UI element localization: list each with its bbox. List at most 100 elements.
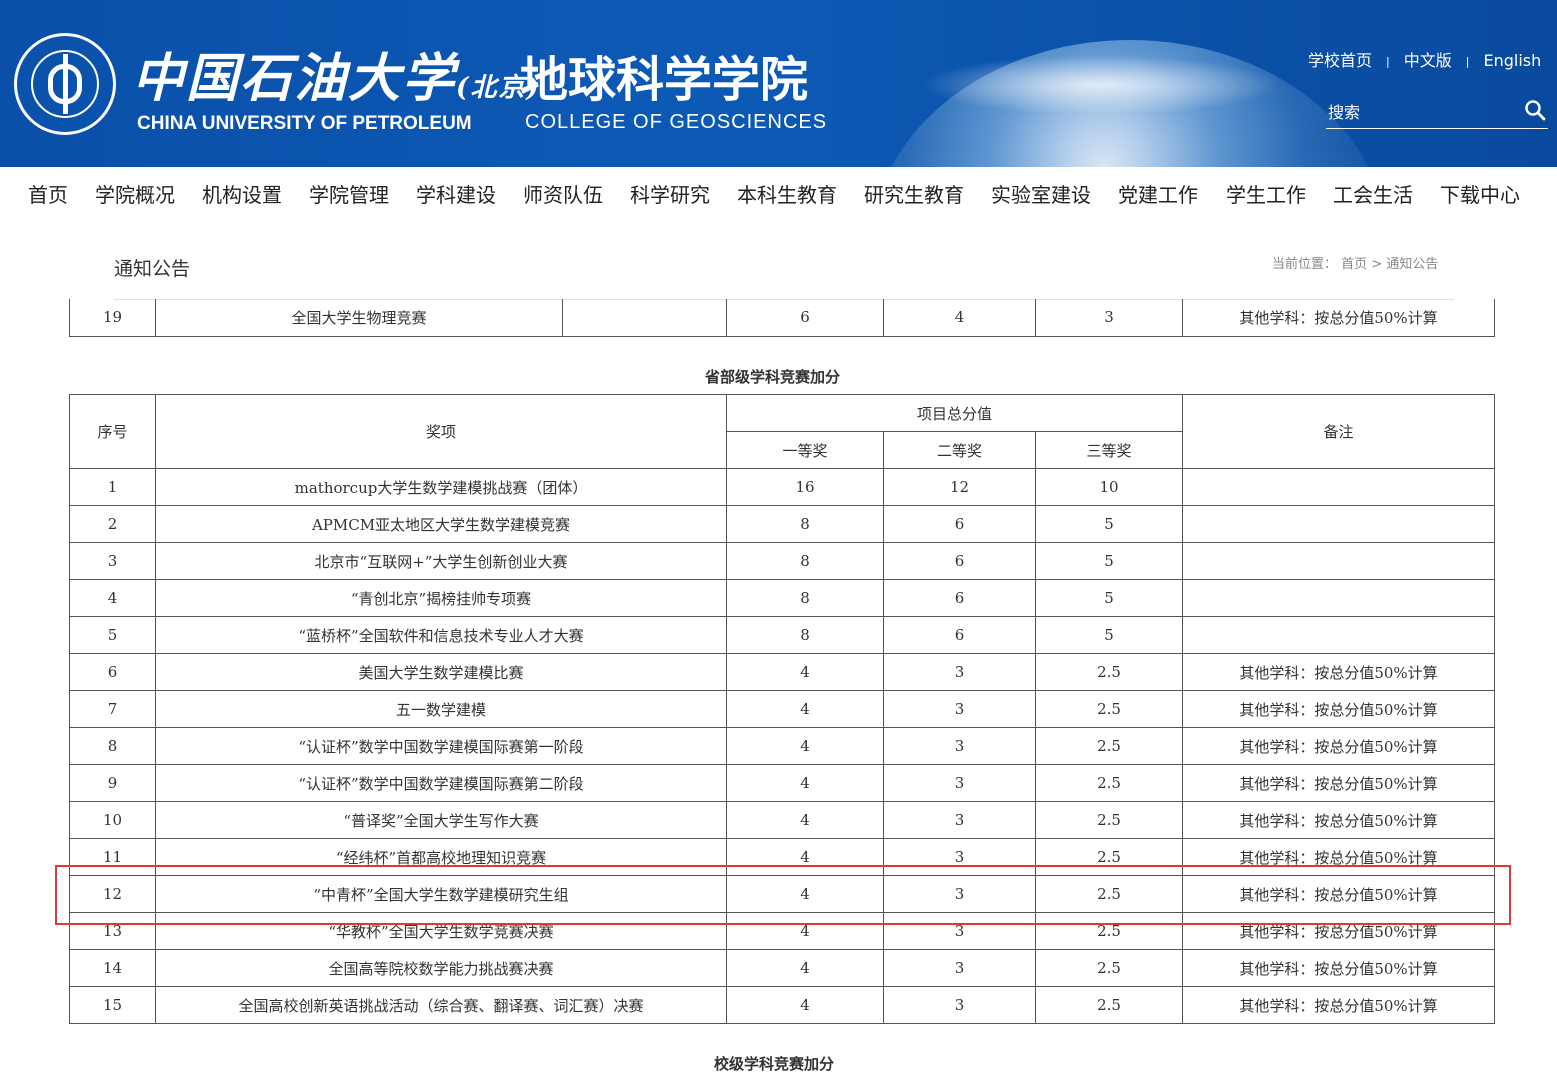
- university-seal-logo[interactable]: [14, 33, 116, 135]
- header-name: 奖项: [155, 394, 727, 469]
- cell-second: 4: [883, 299, 1036, 337]
- cell-first: 4: [726, 949, 884, 987]
- table-caption: 省部级学科竞赛加分: [705, 368, 841, 386]
- breadcrumb-home-link[interactable]: 首页: [1341, 257, 1367, 272]
- university-name-en: CHINA UNIVERSITY OF PETROLEUM: [137, 113, 472, 134]
- cell-second: 3: [883, 949, 1036, 987]
- nav-item-faculty[interactable]: 师资队伍: [523, 179, 603, 208]
- cell-note: 其他学科：按总分值50%计算: [1182, 912, 1496, 950]
- cell-name: “经纬杯”首都高校地理知识竞赛: [155, 838, 727, 876]
- search-box: [1326, 96, 1548, 129]
- nav-item-management[interactable]: 学院管理: [309, 179, 389, 208]
- cell-third: 2.5: [1034, 986, 1184, 1024]
- cell-note: [1182, 579, 1496, 617]
- cell-third: 2.5: [1034, 727, 1184, 765]
- header-third: 三等奖: [1034, 431, 1184, 469]
- top-links: 学校首页 | 中文版 | English: [1308, 47, 1541, 71]
- table-row: 8 “认证杯”数学中国数学建模国际赛第一阶段 4 3 2.5 其他学科：按总分值50%计算: [69, 727, 1496, 765]
- page-title: 通知公告: [114, 258, 191, 280]
- cell-first: 6: [726, 299, 884, 337]
- globe-glow: [920, 55, 1280, 115]
- cell-first: 8: [726, 579, 884, 617]
- top-link-separator: |: [1465, 55, 1470, 68]
- cell-second: 3: [883, 690, 1036, 728]
- cell-no: 7: [69, 690, 156, 728]
- cell-first: 4: [726, 875, 884, 913]
- cell-name: 全国高等院校数学能力挑战赛决赛: [155, 949, 727, 987]
- cell-third: 2.5: [1034, 690, 1184, 728]
- table-row: 5 “蓝桥杯”全国软件和信息技术专业人才大赛 8 6 5: [69, 616, 1496, 654]
- cell-second: 3: [883, 986, 1036, 1024]
- table-row: 1 mathorcup大学生数学建模挑战赛（团体） 16 12 10: [69, 468, 1496, 506]
- nav-item-home[interactable]: 首页: [28, 179, 68, 208]
- table-row: 11 “经纬杯”首都高校地理知识竞赛 4 3 2.5 其他学科：按总分值50%计算: [69, 838, 1496, 876]
- cell-second: 6: [883, 505, 1036, 543]
- cell-third: 3: [1035, 299, 1183, 337]
- search-input[interactable]: [1328, 100, 1518, 124]
- cell-no: 10: [69, 801, 156, 839]
- nav-item-graduate[interactable]: 研究生教育: [864, 179, 964, 208]
- cell-second: 12: [883, 468, 1036, 506]
- school-home-link[interactable]: 学校首页: [1308, 51, 1372, 70]
- cell-name: “认证杯”数学中国数学建模国际赛第一阶段: [155, 727, 727, 765]
- cell-note: [1182, 542, 1496, 580]
- cell-no: 15: [69, 986, 156, 1024]
- cell-note: 其他学科：按总分值50%计算: [1182, 949, 1496, 987]
- cell-first: 4: [726, 653, 884, 691]
- national-competition-table: 19 全国大学生物理竞赛 6 4 3 其他学科：按总分值50%计算: [69, 299, 1495, 337]
- cell-note: [1182, 616, 1496, 654]
- header-row: 序号 奖项 项目总分值 备注: [69, 394, 1496, 469]
- cell-second: 6: [883, 542, 1036, 580]
- cell-third: 2.5: [1034, 801, 1184, 839]
- nav-item-party[interactable]: 党建工作: [1118, 179, 1198, 208]
- nav-item-downloads[interactable]: 下载中心: [1440, 179, 1520, 208]
- english-version-link[interactable]: English: [1483, 51, 1541, 70]
- breadcrumb-prefix: 当前位置：: [1272, 257, 1338, 272]
- nav-item-discipline[interactable]: 学科建设: [416, 179, 496, 208]
- cell-second: 3: [883, 875, 1036, 913]
- cell-note: [1182, 505, 1496, 543]
- cell-no: 9: [69, 764, 156, 802]
- cell-note: 其他学科：按总分值50%计算: [1182, 764, 1496, 802]
- cell-no: 8: [69, 727, 156, 765]
- cell-no: 3: [69, 542, 156, 580]
- cell-note: 其他学科：按总分值50%计算: [1182, 801, 1496, 839]
- chinese-version-link[interactable]: 中文版: [1404, 51, 1452, 70]
- table-row: 10 “普译奖”全国大学生写作大赛 4 3 2.5 其他学科：按总分值50%计算: [69, 801, 1496, 839]
- cell-no: 1: [69, 468, 156, 506]
- cell-name: 北京市“互联网+”大学生创新创业大赛: [155, 542, 727, 580]
- provincial-competition-table: 序号 奖项 项目总分值 备注 一等奖 二等奖 三等奖 1 mathorcup大学生…: [69, 394, 1496, 1024]
- cell-third: 2.5: [1034, 653, 1184, 691]
- nav-item-organization[interactable]: 机构设置: [202, 179, 282, 208]
- header-note: 备注: [1182, 394, 1496, 469]
- cell-third: 2.5: [1034, 912, 1184, 950]
- table-row: 19 全国大学生物理竞赛 6 4 3 其他学科：按总分值50%计算: [69, 299, 1495, 337]
- table-caption: 校级学科竞赛加分: [714, 1055, 835, 1073]
- cell-second: 3: [883, 801, 1036, 839]
- cell-note: 其他学科：按总分值50%计算: [1182, 653, 1496, 691]
- search-icon[interactable]: [1524, 99, 1546, 121]
- college-name-en: COLLEGE OF GEOSCIENCES: [525, 111, 828, 133]
- cell-name: “华教杯”全国大学生数学竞赛决赛: [155, 912, 727, 950]
- cell-third: 2.5: [1034, 875, 1184, 913]
- table-row: 7 五一数学建模 4 3 2.5 其他学科：按总分值50%计算: [69, 690, 1496, 728]
- cell-second: 3: [883, 727, 1036, 765]
- cell-name: mathorcup大学生数学建模挑战赛（团体）: [155, 468, 727, 506]
- cell-first: 4: [726, 727, 884, 765]
- cell-no: 5: [69, 616, 156, 654]
- nav-item-union[interactable]: 工会生活: [1333, 179, 1413, 208]
- nav-item-overview[interactable]: 学院概况: [95, 179, 175, 208]
- site-header: 中国石油大学(北京) CHINA UNIVERSITY OF PETROLEUM…: [0, 0, 1557, 167]
- cell-name: 美国大学生数学建模比赛: [155, 653, 727, 691]
- cell-name: APMCM亚太地区大学生数学建模竞赛: [155, 505, 727, 543]
- main-nav: 首页 学院概况 机构设置 学院管理 学科建设 师资队伍 科学研究 本科生教育 研…: [0, 167, 1557, 217]
- table-row: 12 “中青杯”全国大学生数学建模研究生组 4 3 2.5 其他学科：按总分值50%计算: [69, 875, 1496, 913]
- nav-item-laboratory[interactable]: 实验室建设: [991, 179, 1091, 208]
- cell-note: 其他学科：按总分值50%计算: [1182, 299, 1495, 337]
- cell-second: 6: [883, 579, 1036, 617]
- breadcrumb-current[interactable]: 通知公告: [1386, 257, 1438, 272]
- nav-item-undergraduate[interactable]: 本科生教育: [737, 179, 837, 208]
- nav-item-students[interactable]: 学生工作: [1226, 179, 1306, 208]
- nav-item-research[interactable]: 科学研究: [630, 179, 710, 208]
- header-no: 序号: [69, 394, 156, 469]
